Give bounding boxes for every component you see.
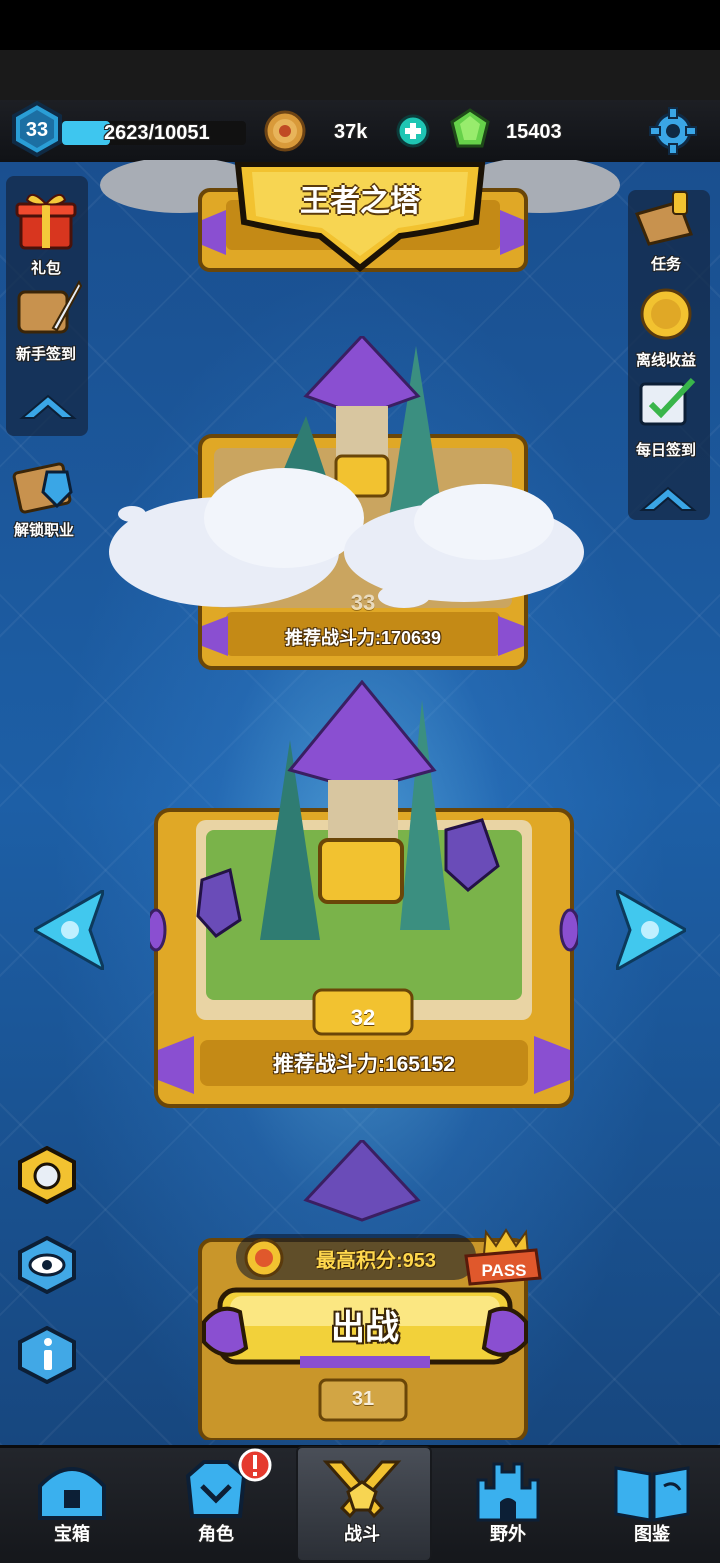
page-title: 王者之塔 bbox=[300, 185, 420, 218]
player-level: 33 bbox=[26, 119, 48, 141]
medal-badge-icon[interactable] bbox=[16, 1146, 78, 1204]
offline-earnings-button[interactable]: 离线收益 bbox=[626, 282, 706, 370]
add-coins-button[interactable] bbox=[396, 114, 430, 148]
quest-map-icon bbox=[634, 191, 694, 246]
gift-pack-label: 礼包 bbox=[30, 260, 61, 277]
quest-button[interactable]: 任务 bbox=[626, 188, 706, 274]
castle-icon bbox=[476, 1462, 540, 1522]
level-31-number: 31 bbox=[351, 1388, 375, 1410]
unlock-class-label: 解锁职业 bbox=[13, 522, 74, 539]
next-level-arrow-icon[interactable] bbox=[616, 890, 686, 970]
info-icon[interactable] bbox=[16, 1326, 78, 1384]
player-level-badge[interactable]: 33 bbox=[8, 100, 66, 158]
nav-label-codex: 图鉴 bbox=[634, 1524, 670, 1544]
best-score: 最高积分:953 bbox=[316, 1250, 437, 1272]
nav-label-battle: 战斗 bbox=[344, 1524, 380, 1544]
level-32-power: 推荐战斗力:165152 bbox=[272, 1053, 456, 1076]
fight-label: 出战 bbox=[331, 1309, 399, 1347]
daily-checkin-label: 每日签到 bbox=[635, 442, 696, 459]
collapse-right-chevron-icon[interactable] bbox=[638, 484, 698, 514]
notch-area bbox=[0, 50, 720, 100]
gem-icon bbox=[450, 108, 490, 148]
nav-item-battle[interactable]: 战斗 bbox=[302, 1452, 422, 1552]
level-32-number: 32 bbox=[350, 1005, 376, 1030]
status-bar bbox=[0, 0, 720, 50]
treasure-chest-icon bbox=[38, 1467, 106, 1520]
offline-earnings-label: 离线收益 bbox=[635, 352, 696, 369]
newbie-checkin-button[interactable]: 新手签到 bbox=[6, 278, 86, 364]
daily-checkin-icon bbox=[639, 377, 696, 426]
score-medal-icon bbox=[244, 1238, 284, 1278]
notification-badge-icon bbox=[238, 1448, 272, 1482]
nav-item-codex[interactable]: 图鉴 bbox=[592, 1452, 712, 1552]
nav-item-wild[interactable]: 野外 bbox=[448, 1452, 568, 1552]
nav-label-chest: 宝箱 bbox=[54, 1524, 90, 1544]
newbie-checkin-label: 新手签到 bbox=[15, 346, 76, 363]
daily-checkin-button[interactable]: 每日签到 bbox=[626, 372, 706, 460]
gem-count: 15403 bbox=[506, 121, 562, 143]
nav-item-chest[interactable]: 宝箱 bbox=[12, 1452, 132, 1552]
level-33-power: 推荐战斗力:170639 bbox=[284, 628, 442, 648]
quest-label: 任务 bbox=[650, 256, 681, 273]
unlock-class-icon bbox=[12, 462, 73, 514]
gift-pack-button[interactable]: 礼包 bbox=[6, 188, 86, 278]
gift-box-icon bbox=[15, 193, 77, 250]
xp-text: 2623/10051 bbox=[104, 122, 210, 144]
scroll-quill-icon bbox=[17, 279, 83, 334]
gold-coin-icon bbox=[640, 288, 692, 340]
codex-book-icon bbox=[614, 1466, 690, 1522]
crossed-swords-icon bbox=[322, 1460, 402, 1519]
nav-label-character: 角色 bbox=[198, 1524, 234, 1544]
unlock-class-button[interactable]: 解锁职业 bbox=[4, 452, 84, 540]
view-eye-icon[interactable] bbox=[16, 1236, 78, 1294]
previous-level-arrow-icon[interactable] bbox=[34, 890, 104, 970]
coin-icon bbox=[264, 110, 306, 152]
fog-cloud bbox=[109, 468, 584, 608]
nav-label-wild: 野外 bbox=[490, 1524, 526, 1544]
coin-count: 37k bbox=[334, 121, 368, 143]
pass-label: PASS bbox=[481, 1261, 526, 1280]
xp-bar-fill bbox=[62, 121, 110, 145]
settings-gear-icon[interactable] bbox=[648, 106, 698, 156]
collapse-left-chevron-icon[interactable] bbox=[18, 392, 78, 422]
